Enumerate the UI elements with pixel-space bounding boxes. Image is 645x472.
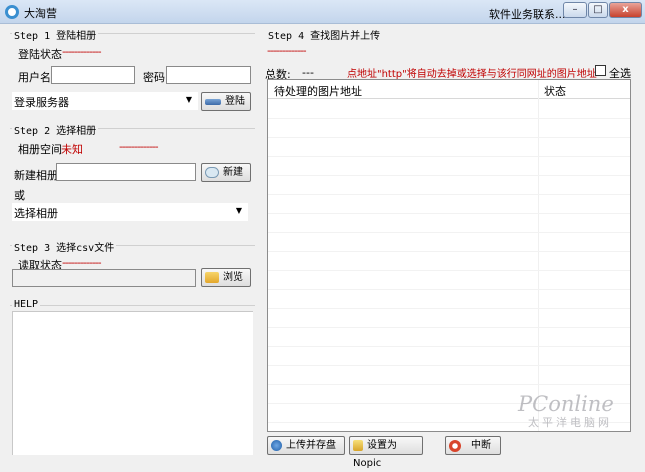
step2-legend: Step 2 选择相册 bbox=[12, 122, 99, 137]
business-contact-link[interactable]: 软件业务联系... bbox=[489, 6, 566, 22]
album-space-dash: ------------- bbox=[119, 140, 159, 153]
title-bar: 大淘营 软件业务联系... – □ x bbox=[0, 0, 645, 24]
csv-file-path-input[interactable] bbox=[12, 269, 196, 287]
stop-button[interactable]: 中断 bbox=[445, 436, 501, 455]
album-select-value: 选择相册 bbox=[14, 207, 58, 220]
table-row bbox=[268, 156, 630, 157]
column-separator bbox=[538, 80, 539, 431]
stop-icon bbox=[449, 439, 461, 452]
table-row bbox=[268, 365, 630, 366]
image-url-table[interactable]: 待处理的图片地址 状态 bbox=[267, 79, 631, 432]
read-status-value: ------------- bbox=[62, 256, 102, 269]
help-group-line bbox=[10, 305, 255, 306]
table-row bbox=[268, 118, 630, 119]
select-all-checkbox[interactable] bbox=[595, 65, 606, 76]
app-logo-icon bbox=[5, 5, 19, 19]
stop-button-label: 中断 bbox=[471, 440, 491, 451]
step4-status: ------------- bbox=[267, 44, 307, 57]
table-row bbox=[268, 137, 630, 138]
password-label: 密码 bbox=[143, 71, 165, 84]
username-input[interactable] bbox=[51, 66, 135, 84]
new-album-button[interactable]: 新建 bbox=[201, 163, 251, 182]
table-row bbox=[268, 175, 630, 176]
column-header-status[interactable]: 状态 bbox=[544, 83, 566, 99]
upload-save-button[interactable]: 上传并存盘 bbox=[267, 436, 345, 455]
chevron-down-icon: ▼ bbox=[185, 95, 192, 104]
watermark-logo: PConline bbox=[518, 392, 614, 416]
lock-icon bbox=[353, 440, 363, 451]
table-header: 待处理的图片地址 状态 bbox=[268, 80, 630, 99]
folder-icon bbox=[205, 272, 219, 283]
step3-legend: Step 3 选择csv文件 bbox=[12, 239, 117, 254]
server-select[interactable]: 登录服务器 ▼ bbox=[12, 92, 198, 110]
table-row bbox=[268, 270, 630, 271]
login-button-label: 登陆 bbox=[225, 96, 245, 107]
login-status-value: ------------- bbox=[62, 45, 102, 58]
column-header-url[interactable]: 待处理的图片地址 bbox=[274, 83, 362, 99]
new-album-input[interactable] bbox=[56, 163, 196, 181]
hint-text: 点地址"http"将自动去掉或选择与该行同网址的图片地址 bbox=[347, 69, 597, 80]
album-select[interactable]: 选择相册 ▼ bbox=[12, 203, 248, 221]
new-album-button-label: 新建 bbox=[223, 167, 243, 178]
table-row bbox=[268, 213, 630, 214]
upload-save-button-label: 上传并存盘 bbox=[286, 440, 336, 451]
maximize-button[interactable]: □ bbox=[588, 2, 608, 18]
username-label: 用户名 bbox=[18, 71, 51, 84]
or-label: 或 bbox=[14, 189, 25, 202]
table-row bbox=[268, 289, 630, 290]
browse-button[interactable]: 浏览 bbox=[201, 268, 251, 287]
help-legend: HELP bbox=[12, 299, 41, 310]
table-row bbox=[268, 384, 630, 385]
step1-legend: Step 1 登陆相册 bbox=[12, 27, 99, 42]
table-row bbox=[268, 308, 630, 309]
table-row bbox=[268, 251, 630, 252]
login-status-label: 登陆状态 bbox=[18, 48, 62, 61]
help-text-area[interactable] bbox=[12, 311, 253, 455]
total-value: --- bbox=[302, 66, 314, 79]
window-title: 大淘营 bbox=[24, 7, 57, 20]
table-row bbox=[268, 327, 630, 328]
speech-bubble-icon bbox=[205, 167, 219, 178]
chevron-down-icon: ▼ bbox=[235, 206, 242, 215]
step4-legend: Step 4 查找图片并上传 bbox=[266, 27, 383, 42]
set-nopic-button[interactable]: 设置为Nopic bbox=[349, 436, 423, 469]
minimize-button[interactable]: – bbox=[563, 2, 587, 18]
watermark-sub: 太平洋电脑网 bbox=[528, 416, 612, 429]
browse-button-label: 浏览 bbox=[223, 272, 243, 283]
login-button[interactable]: 登陆 bbox=[201, 92, 251, 111]
close-button[interactable]: x bbox=[609, 2, 642, 18]
album-space-value: 未知 bbox=[61, 143, 83, 156]
password-input[interactable] bbox=[166, 66, 251, 84]
table-row bbox=[268, 232, 630, 233]
server-select-value: 登录服务器 bbox=[14, 96, 69, 109]
upload-icon bbox=[271, 440, 282, 451]
new-album-label: 新建相册 bbox=[14, 169, 58, 182]
table-row bbox=[268, 346, 630, 347]
table-row bbox=[268, 194, 630, 195]
keyboard-icon bbox=[205, 98, 221, 105]
album-space-label: 相册空间 bbox=[18, 143, 62, 156]
